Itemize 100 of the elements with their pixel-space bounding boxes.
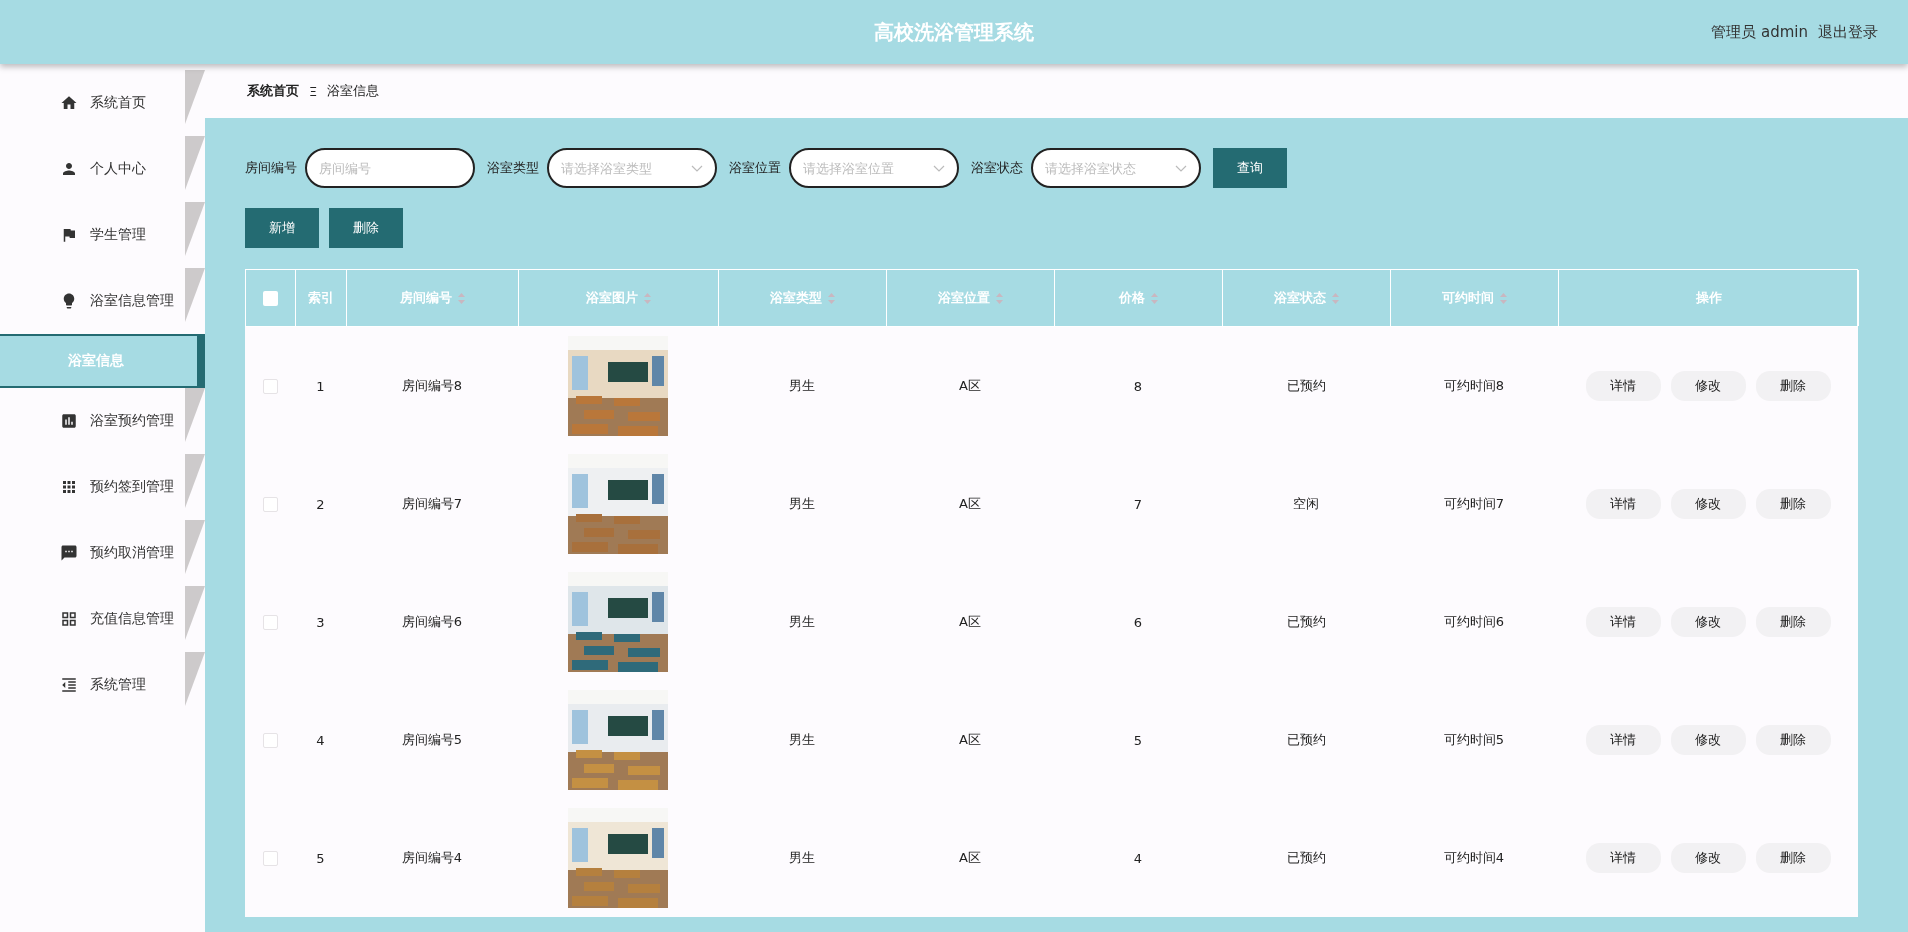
tab-edge-shape bbox=[185, 652, 205, 706]
table-cell: 房间编号4 bbox=[401, 849, 463, 867]
row-action-button[interactable]: 删除 bbox=[1755, 725, 1831, 755]
row-checkbox[interactable] bbox=[262, 614, 278, 630]
sidebar-item[interactable]: 浴室预约管理 bbox=[0, 388, 205, 454]
column-header: 索引 bbox=[308, 289, 334, 307]
filter-label: 浴室位置 bbox=[729, 159, 781, 177]
table-cell: 7 bbox=[1133, 496, 1143, 512]
select-field[interactable]: 请选择浴室状态 bbox=[1031, 148, 1201, 188]
table-cell: 空闲 bbox=[1293, 495, 1319, 513]
row-action-button[interactable]: 详情 bbox=[1585, 371, 1661, 401]
tab-edge-shape bbox=[185, 136, 205, 190]
sidebar-item[interactable]: 浴室信息管理 bbox=[0, 268, 205, 334]
row-checkbox[interactable] bbox=[262, 496, 278, 512]
table-cell: A区 bbox=[959, 613, 981, 631]
sidebar-item[interactable]: 预约取消管理 bbox=[0, 520, 205, 586]
table-cell: 可约时间8 bbox=[1443, 377, 1505, 395]
menu-icon bbox=[60, 94, 78, 112]
table-cell: 可约时间6 bbox=[1443, 613, 1505, 631]
column-header: 操作 bbox=[1695, 289, 1722, 307]
table-cell: A区 bbox=[959, 731, 981, 749]
menu-icon bbox=[60, 478, 78, 496]
sort-icon[interactable] bbox=[828, 292, 835, 304]
row-action-button[interactable]: 删除 bbox=[1755, 843, 1831, 873]
sort-icon[interactable] bbox=[996, 292, 1003, 304]
table-cell: 3 bbox=[316, 614, 325, 630]
breadcrumb-current: 浴室信息 bbox=[327, 82, 380, 100]
table-cell: 2 bbox=[316, 496, 325, 512]
table-cell: 房间编号5 bbox=[401, 731, 463, 749]
user-label: 管理员 admin bbox=[1711, 22, 1808, 42]
sort-icon[interactable] bbox=[1332, 292, 1339, 304]
table-cell: 男生 bbox=[789, 495, 815, 513]
select-all-checkbox[interactable] bbox=[263, 290, 278, 306]
table-cell: 可约时间7 bbox=[1443, 495, 1505, 513]
select-field[interactable]: 请选择浴室位置 bbox=[789, 148, 959, 188]
menu-icon bbox=[60, 676, 78, 694]
menu-icon bbox=[60, 610, 78, 628]
select-field[interactable]: 请选择浴室类型 bbox=[547, 148, 717, 188]
sort-icon[interactable] bbox=[1151, 292, 1158, 304]
table-cell: 8 bbox=[1133, 378, 1143, 394]
sidebar-item[interactable]: 系统管理 bbox=[0, 652, 205, 718]
sort-icon[interactable] bbox=[644, 292, 651, 304]
sort-icon[interactable] bbox=[458, 292, 465, 304]
menu-icon bbox=[60, 544, 78, 562]
row-action-button[interactable]: 删除 bbox=[1755, 489, 1831, 519]
row-action-button[interactable]: 修改 bbox=[1670, 725, 1746, 755]
table-cell: 可约时间5 bbox=[1443, 731, 1505, 749]
table-cell: 已预约 bbox=[1286, 849, 1326, 867]
filter-label: 浴室类型 bbox=[487, 159, 539, 177]
logout-link[interactable]: 退出登录 bbox=[1818, 22, 1878, 42]
row-action-button[interactable]: 删除 bbox=[1755, 371, 1831, 401]
filter-label: 浴室状态 bbox=[971, 159, 1023, 177]
row-checkbox[interactable] bbox=[262, 732, 278, 748]
row-action-button[interactable]: 详情 bbox=[1585, 489, 1661, 519]
table-cell: 5 bbox=[316, 850, 325, 866]
sidebar-item[interactable]: 预约签到管理 bbox=[0, 454, 205, 520]
menu-icon bbox=[60, 412, 78, 430]
filter-label: 房间编号 bbox=[245, 159, 297, 177]
table-cell: 已预约 bbox=[1286, 731, 1326, 749]
row-action-button[interactable]: 修改 bbox=[1670, 607, 1746, 637]
table-cell: 4 bbox=[1133, 850, 1143, 866]
sidebar-item[interactable]: 个人中心 bbox=[0, 136, 205, 202]
table-cell: 男生 bbox=[789, 849, 815, 867]
row-action-button[interactable]: 详情 bbox=[1585, 725, 1661, 755]
row-action-button[interactable]: 详情 bbox=[1585, 607, 1661, 637]
sidebar-item[interactable]: 学生管理 bbox=[0, 202, 205, 268]
row-action-button[interactable]: 修改 bbox=[1670, 371, 1746, 401]
row-checkbox[interactable] bbox=[262, 850, 278, 866]
row-action-button[interactable]: 删除 bbox=[1755, 607, 1831, 637]
app-title: 高校洗浴管理系统 bbox=[874, 18, 1034, 46]
row-checkbox[interactable] bbox=[262, 378, 278, 394]
row-action-button[interactable]: 修改 bbox=[1670, 489, 1746, 519]
table-cell: 房间编号6 bbox=[401, 613, 463, 631]
action-button[interactable]: 新增 bbox=[245, 208, 319, 248]
table-cell: 已预约 bbox=[1286, 377, 1326, 395]
table-cell: 房间编号8 bbox=[401, 377, 463, 395]
chevron-down-icon bbox=[933, 165, 945, 172]
action-button[interactable]: 删除 bbox=[329, 208, 403, 248]
tab-edge-shape bbox=[185, 202, 205, 256]
row-action-button[interactable]: 详情 bbox=[1585, 843, 1661, 873]
row-action-button[interactable]: 修改 bbox=[1670, 843, 1746, 873]
table-cell: 男生 bbox=[789, 377, 815, 395]
table-cell: 6 bbox=[1133, 614, 1143, 630]
breadcrumb-link[interactable]: 系统首页 bbox=[247, 82, 299, 100]
tab-edge-shape bbox=[185, 454, 205, 508]
table-cell: 1 bbox=[316, 378, 325, 394]
table-cell: A区 bbox=[959, 849, 981, 867]
sidebar-item[interactable]: 充值信息管理 bbox=[0, 586, 205, 652]
chevron-down-icon bbox=[691, 165, 703, 172]
search-button[interactable]: 查询 bbox=[1213, 148, 1287, 188]
breadcrumb-separator: Ξ bbox=[309, 83, 318, 99]
menu-icon bbox=[60, 160, 78, 178]
sidebar-item[interactable]: 系统首页 bbox=[0, 70, 205, 136]
input-field[interactable]: 房间编号 bbox=[305, 148, 475, 188]
table-cell: 男生 bbox=[789, 613, 815, 631]
table-cell: A区 bbox=[959, 495, 981, 513]
sort-icon[interactable] bbox=[1500, 292, 1507, 304]
table-cell: 房间编号7 bbox=[401, 495, 463, 513]
table-cell: A区 bbox=[959, 377, 981, 395]
table-cell: 男生 bbox=[789, 731, 815, 749]
